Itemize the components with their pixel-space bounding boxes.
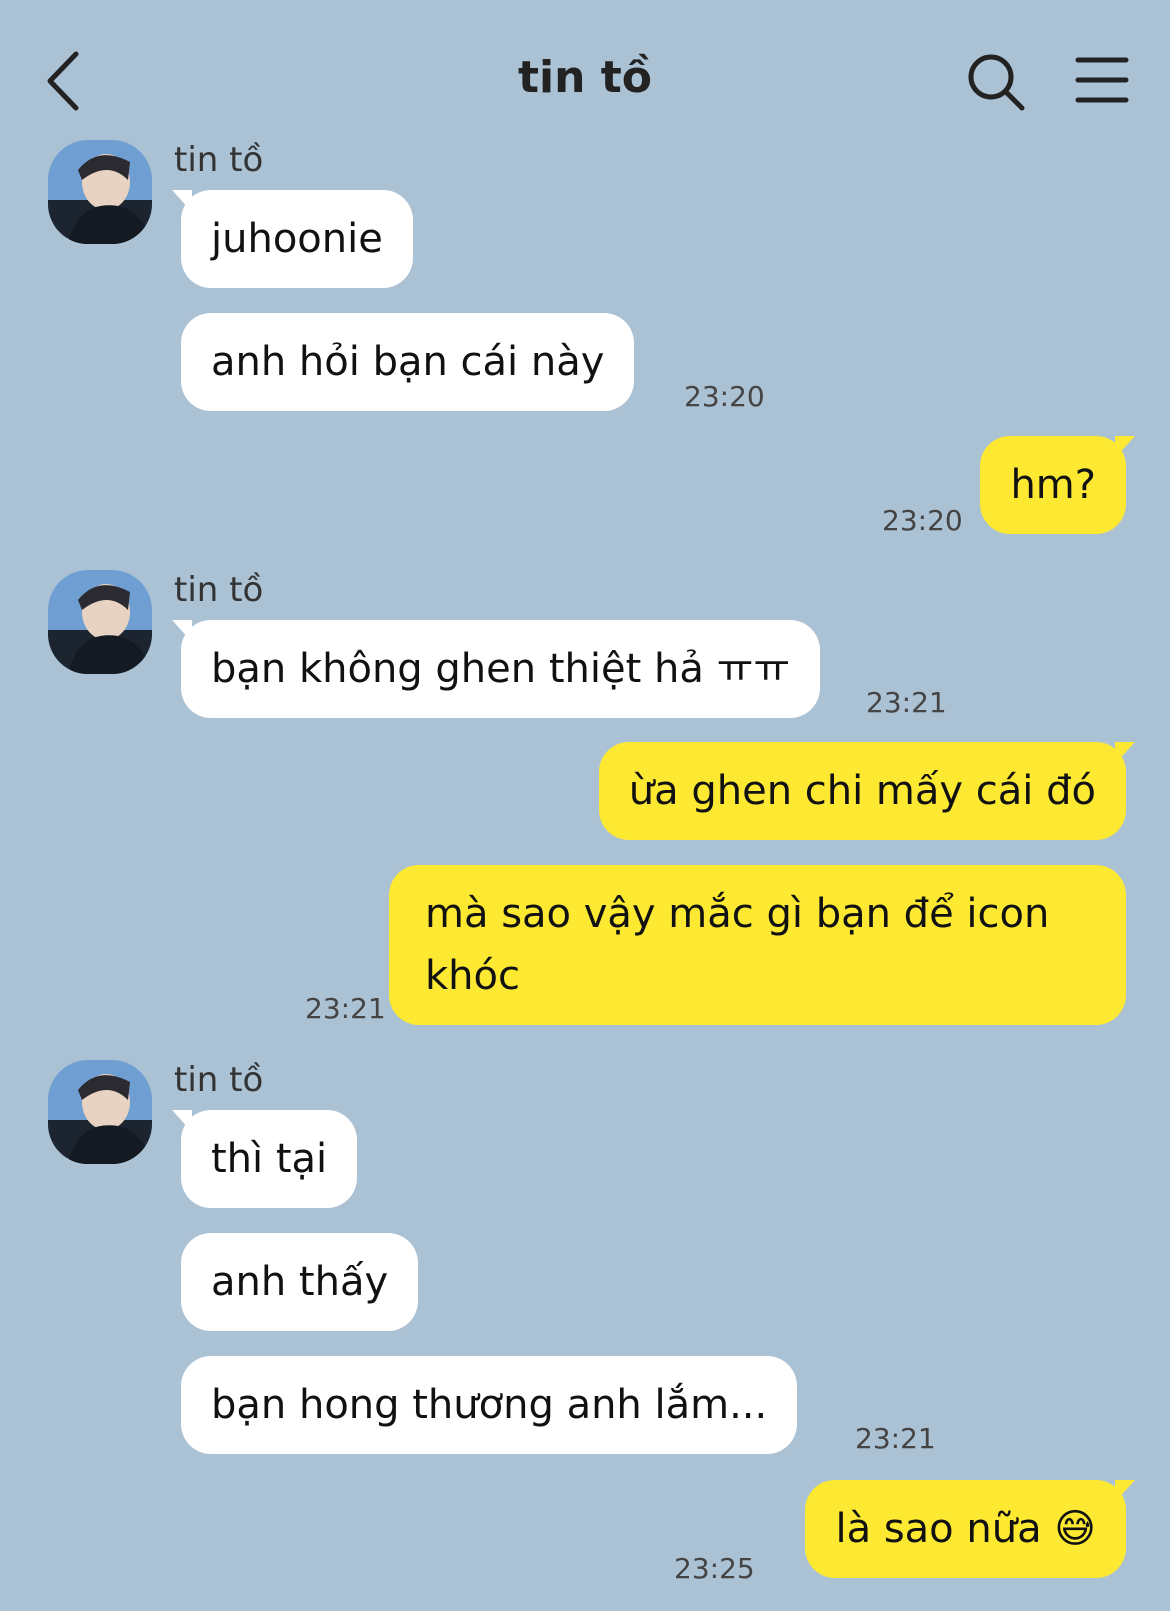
- search-icon: [968, 54, 1025, 111]
- avatar-photo-icon: [48, 140, 152, 244]
- incoming-message[interactable]: bạn không ghen thiệt hả ㅠㅠ: [171, 620, 821, 718]
- sender-avatar[interactable]: [48, 140, 152, 244]
- chat-header: tin tồ: [0, 0, 1170, 140]
- incoming-message[interactable]: anh hỏi bạn cái này: [181, 313, 635, 411]
- message-time: 23:20: [882, 504, 963, 537]
- avatar-photo-icon: [48, 1060, 152, 1164]
- sender-name: tin tồ: [174, 570, 264, 610]
- incoming-message[interactable]: juhoonie: [172, 190, 413, 288]
- sender-avatar[interactable]: [48, 1060, 152, 1164]
- search-button[interactable]: [966, 52, 1026, 112]
- menu-icon: [1075, 57, 1129, 103]
- message-time: 23:21: [866, 686, 947, 719]
- message-time: 23:20: [684, 380, 765, 413]
- incoming-message[interactable]: bạn hong thương anh lắm...: [181, 1356, 798, 1454]
- sender-name: tin tồ: [174, 140, 264, 180]
- incoming-message[interactable]: anh thấy: [181, 1233, 419, 1331]
- message-time: 23:21: [855, 1422, 936, 1455]
- sender-avatar[interactable]: [48, 570, 152, 674]
- menu-button[interactable]: [1074, 54, 1130, 106]
- outgoing-message[interactable]: hm?: [980, 436, 1135, 534]
- outgoing-message[interactable]: là sao nữa 😅: [805, 1480, 1135, 1578]
- message-time: 23:21: [305, 992, 386, 1025]
- outgoing-message[interactable]: mà sao vậy mắc gì bạn để icon khóc: [389, 865, 1126, 1025]
- outgoing-message[interactable]: ừa ghen chi mấy cái đó: [598, 742, 1136, 840]
- message-time: 23:25: [674, 1552, 755, 1585]
- avatar-photo-icon: [48, 570, 152, 674]
- incoming-message[interactable]: thì tại: [171, 1110, 358, 1208]
- sender-name: tin tồ: [174, 1060, 264, 1100]
